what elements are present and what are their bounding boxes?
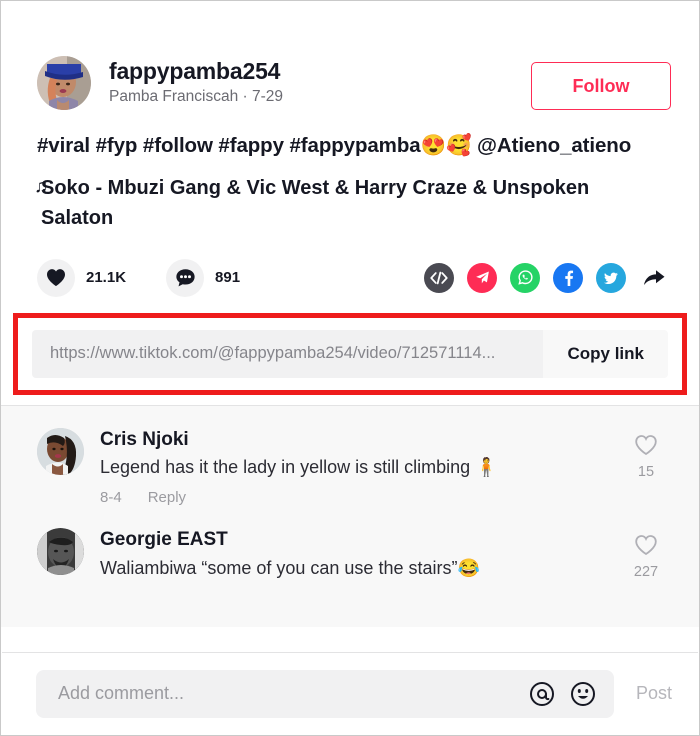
heart-outline-icon <box>635 534 657 555</box>
caption-mention[interactable]: @Atieno_atieno <box>471 134 631 157</box>
music-note-icon: ♫ <box>34 175 49 197</box>
share-link-url[interactable]: https://www.tiktok.com/@fappypamba254/vi… <box>32 329 544 378</box>
comment-avatar[interactable] <box>37 427 84 475</box>
like-count: 21.1K <box>86 269 127 287</box>
author-row: fappypamba254 Pamba Franciscah · 7-29 Fo… <box>1 1 699 110</box>
author-display-name-and-date: Pamba Franciscah · 7-29 <box>109 88 284 106</box>
post-comment-button[interactable]: Post <box>636 683 672 704</box>
telegram-icon[interactable] <box>467 262 497 293</box>
comment-item: Cris Njoki Legend has it the lady in yel… <box>37 427 669 506</box>
author-username[interactable]: fappypamba254 <box>109 58 531 84</box>
embed-code-glyph <box>430 271 448 284</box>
comment-author[interactable]: Georgie EAST <box>100 528 623 552</box>
like-button[interactable] <box>37 258 75 297</box>
comment-input[interactable] <box>56 682 529 705</box>
like-stat[interactable]: 21.1K <box>37 258 127 297</box>
whatsapp-icon[interactable] <box>510 262 540 293</box>
comment-button[interactable] <box>166 258 205 297</box>
comment-text: Waliambiwa “some of you can use the stai… <box>100 557 480 578</box>
emoji-face-glyph <box>570 681 595 706</box>
tiktok-post-panel: fappypamba254 Pamba Franciscah · 7-29 Fo… <box>0 0 700 736</box>
avatar[interactable] <box>37 56 91 110</box>
comment-bubble-icon <box>175 268 195 287</box>
at-mention-glyph <box>529 681 554 706</box>
comment-like-count: 227 <box>633 563 659 580</box>
follow-button[interactable]: Follow <box>531 62 671 110</box>
heart-icon <box>47 269 65 287</box>
engagement-row: 21.1K 891 <box>1 233 699 297</box>
share-link-bar: https://www.tiktok.com/@fappypamba254/vi… <box>32 329 668 378</box>
at-mention-icon[interactable] <box>529 681 555 707</box>
comment-avatar-image <box>37 527 84 575</box>
twitter-icon[interactable] <box>596 262 626 293</box>
comment-reply-button[interactable]: Reply <box>148 489 186 506</box>
comment-composer: Post <box>2 652 698 734</box>
share-link-highlight-box: https://www.tiktok.com/@fappypamba254/vi… <box>13 312 687 395</box>
facebook-glyph <box>564 270 573 287</box>
comment-count: 891 <box>215 269 241 287</box>
comment-input-wrap[interactable] <box>36 669 614 718</box>
comment-like-count: 15 <box>637 463 655 480</box>
comment-avatar-image <box>37 427 84 475</box>
telegram-glyph <box>475 271 489 284</box>
twitter-bird-glyph <box>603 272 618 285</box>
share-arrow-icon[interactable] <box>639 263 669 293</box>
comment-like[interactable]: 227 <box>623 528 669 580</box>
comment-stat[interactable]: 891 <box>166 258 241 297</box>
comment-body: Georgie EAST Waliambiwa “some of you can… <box>100 528 623 580</box>
share-arrow-glyph <box>644 269 665 285</box>
music-title: Soko - Mbuzi Gang & Vic West & Harry Cra… <box>41 176 590 229</box>
emoji-face-icon[interactable] <box>570 681 596 707</box>
comment-item: Georgie EAST Waliambiwa “some of you can… <box>37 527 669 580</box>
comment-like[interactable]: 15 <box>623 428 669 480</box>
caption-emoji: 😍🥰 <box>420 134 472 157</box>
avatar-image <box>37 56 91 110</box>
caption-hashtags[interactable]: #viral #fyp #follow #fappy #fappypamba <box>37 134 421 157</box>
author-meta: fappypamba254 Pamba Franciscah · 7-29 <box>109 56 531 107</box>
comment-text: Legend has it the lady in yellow is stil… <box>100 457 498 478</box>
comments-list[interactable]: Cris Njoki Legend has it the lady in yel… <box>1 404 699 627</box>
composer-icons <box>529 681 596 707</box>
whatsapp-glyph <box>517 270 533 285</box>
facebook-icon[interactable] <box>553 262 583 293</box>
comment-body: Cris Njoki Legend has it the lady in yel… <box>100 428 623 506</box>
music-row[interactable]: ♫ Soko - Mbuzi Gang & Vic West & Harry C… <box>1 160 699 233</box>
comment-date: 8-4 <box>100 488 122 506</box>
comment-avatar[interactable] <box>37 527 84 575</box>
comment-meta: 8-4 Reply <box>100 489 623 506</box>
comment-author[interactable]: Cris Njoki <box>100 428 623 452</box>
share-icons-row <box>424 262 669 293</box>
post-caption: #viral #fyp #follow #fappy #fappypamba😍🥰… <box>1 110 699 160</box>
embed-code-icon[interactable] <box>424 262 454 293</box>
heart-outline-icon <box>635 434 657 455</box>
copy-link-button[interactable]: Copy link <box>543 329 668 378</box>
